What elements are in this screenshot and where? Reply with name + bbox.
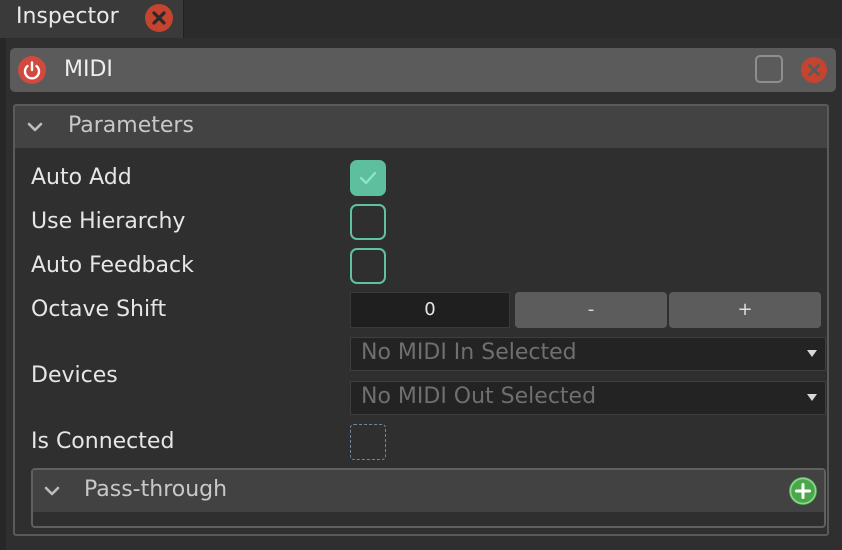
- is-connected-indicator: [350, 424, 386, 460]
- tab-inspector[interactable]: Inspector: [0, 0, 184, 38]
- midi-in-value: No MIDI In Selected: [361, 340, 577, 365]
- auto-feedback-checkbox[interactable]: [350, 248, 386, 284]
- auto-add-label: Auto Add: [31, 165, 132, 190]
- plus-icon[interactable]: [789, 477, 817, 505]
- midi-out-value: No MIDI Out Selected: [361, 384, 597, 409]
- auto-add-checkbox[interactable]: [350, 160, 386, 196]
- midi-in-select[interactable]: No MIDI In Selected: [350, 337, 826, 371]
- close-icon[interactable]: [145, 4, 173, 32]
- dropdown-arrow-icon: [807, 394, 817, 401]
- use-hierarchy-label: Use Hierarchy: [31, 209, 186, 234]
- tab-title: Inspector: [16, 4, 119, 29]
- close-icon[interactable]: [801, 57, 827, 83]
- module-title: MIDI: [64, 57, 113, 82]
- power-icon[interactable]: [18, 56, 46, 84]
- enable-toggle[interactable]: [755, 55, 783, 83]
- auto-feedback-label: Auto Feedback: [31, 253, 194, 278]
- module-header: [10, 48, 836, 92]
- tab-bar: Inspector: [0, 0, 842, 38]
- devices-label: Devices: [31, 363, 118, 388]
- parameters-title: Parameters: [68, 113, 194, 138]
- chevron-down-icon: [44, 486, 60, 496]
- is-connected-label: Is Connected: [31, 429, 175, 454]
- use-hierarchy-checkbox[interactable]: [350, 204, 386, 240]
- octave-increment-button[interactable]: +: [669, 292, 821, 328]
- panel-edge: [0, 38, 6, 550]
- octave-shift-input[interactable]: 0: [350, 292, 510, 328]
- check-icon: [359, 171, 377, 185]
- octave-decrement-button[interactable]: -: [515, 292, 667, 328]
- pass-through-title: Pass-through: [84, 477, 228, 502]
- chevron-down-icon: [27, 122, 43, 132]
- dropdown-arrow-icon: [807, 350, 817, 357]
- midi-out-select[interactable]: No MIDI Out Selected: [350, 381, 826, 415]
- octave-shift-label: Octave Shift: [31, 297, 167, 322]
